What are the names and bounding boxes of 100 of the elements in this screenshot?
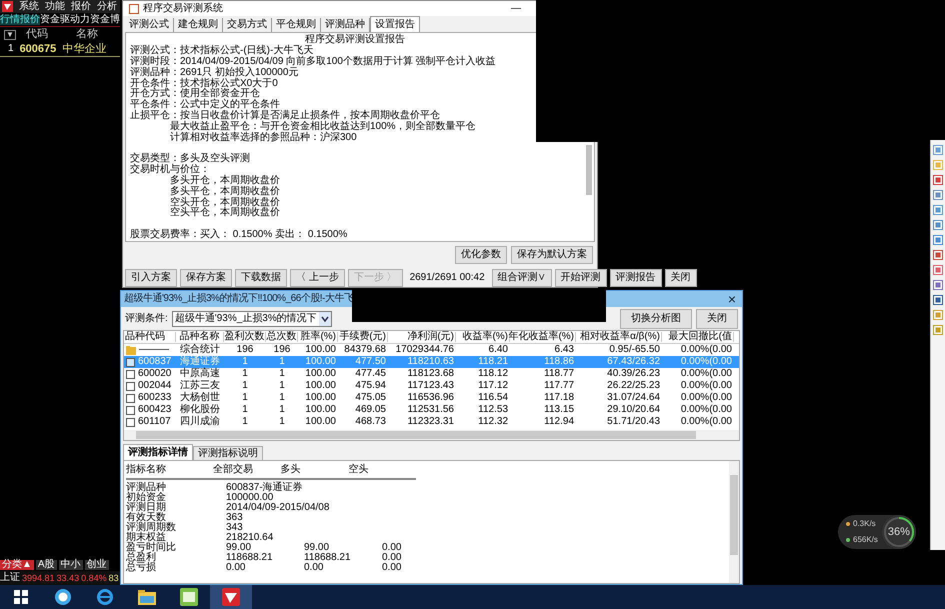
tab[interactable]: 资金博 [90, 14, 120, 24]
column-header[interactable]: 相对收益率α/β(%) [576, 332, 662, 342]
checkbox-icon[interactable] [126, 418, 135, 426]
tab[interactable]: A股 [36, 560, 57, 570]
column-header[interactable]: 总次数 [266, 332, 298, 342]
report-line: 开仓条件：技术指标公式X0大于0 [130, 78, 278, 89]
button[interactable]: 〈 上一步 [290, 269, 345, 287]
button[interactable]: 切换分析图 [620, 308, 692, 328]
table-cell: 1 [242, 369, 248, 379]
table-cell: 196 [274, 345, 290, 355]
condition-label: 评测条件: [125, 314, 168, 324]
checkbox-icon[interactable] [126, 370, 135, 378]
table-cell: 117.77 [544, 381, 574, 391]
table-cell: 475.05 [355, 393, 386, 403]
table-cell: 475.94 [355, 381, 386, 391]
column-header: 指标名称 [126, 464, 167, 474]
menu-item[interactable]: 系统 [19, 2, 39, 12]
column-header[interactable]: 手续费(元) [338, 332, 388, 342]
report-line: 开仓方式：使用全部资金开仓 [130, 89, 260, 100]
table-cell: 中原高速 [180, 369, 220, 379]
button[interactable]: 评测报告 [610, 269, 662, 287]
button[interactable]: 关闭 [696, 308, 738, 328]
button[interactable]: 优化参数 [455, 246, 507, 264]
tab[interactable]: 设置报告 [370, 16, 420, 32]
condition-dropdown[interactable]: 超级牛通'93%_止损3%的情况下 [172, 310, 332, 326]
menu-item[interactable]: 功能 [45, 2, 65, 12]
column-header[interactable]: 胜率(%) [298, 332, 338, 342]
table-cell: 002044 [138, 381, 172, 391]
scrollbar-thumb[interactable] [586, 145, 592, 196]
dropdown-toggle[interactable]: ▼ [4, 30, 16, 40]
tab[interactable]: 评测指标详情 [123, 444, 193, 460]
stock-code: 600675 [20, 44, 56, 54]
column-header[interactable]: 品种代码 [124, 332, 176, 342]
tab[interactable]: 行情报价 [0, 14, 40, 24]
table-cell: 0.00%(0.00 [680, 393, 732, 403]
table-cell: 84379.68 [344, 345, 386, 355]
table-cell: 100.00 [305, 381, 336, 391]
button[interactable]: 组合评测∨ [492, 269, 552, 287]
tab[interactable]: 创业 [84, 560, 109, 570]
table-cell-text: 343 [226, 523, 244, 533]
table-cell: 118123.68 [407, 369, 454, 379]
table-cell-text: 118688.21 [304, 553, 352, 563]
checkbox-icon[interactable] [126, 358, 135, 366]
close-button[interactable]: × [724, 292, 739, 306]
button[interactable]: 引入方案 [125, 269, 177, 287]
table-cell-text: 100000.00 [226, 493, 274, 503]
table-cell: 118.21 [478, 357, 508, 367]
table-row[interactable]: 002044 江苏三友 1 1 100.00 475.94 117123.43 117.12 117.77 26.22/25.23 0.00%(0.00 [124, 380, 739, 392]
table-row[interactable]: 601107 四川成渝 1 1 100.00 468.73 112323.31 112.32 112.94 51.71/20.43 0.00%(0.00 [124, 416, 739, 428]
column-header[interactable]: 年化收益率(%) [510, 332, 576, 342]
tab[interactable]: 资金驱动力 [40, 14, 90, 24]
taskbar-button[interactable] [210, 585, 252, 609]
tab[interactable]: 中小 [58, 560, 83, 570]
button[interactable]: 关闭 [664, 269, 697, 287]
folder-icon[interactable] [138, 590, 156, 604]
app-logo-icon[interactable] [222, 588, 240, 606]
column-header[interactable]: 收益率(%) [456, 332, 510, 342]
table-cell: 0.00%(0.00 [680, 357, 732, 367]
scrollbar-thumb[interactable] [136, 431, 696, 439]
button[interactable]: 开始评测 [554, 269, 607, 287]
progress-counter: 2691/2691 00:42 [408, 273, 486, 283]
upload-speed: 0.3K/s [853, 518, 876, 530]
column-header[interactable]: 盈利次数 [224, 332, 266, 342]
table-row[interactable]: ——— 综合统计 196 196 100.00 84379.68 17029344.76 6.40 6.43 0.95/-65.50 0.00%(0.00 [124, 344, 739, 356]
table-cell-text: 0.00 [304, 563, 324, 573]
table-cell: 6.43 [554, 345, 574, 355]
button[interactable]: 保存方案 [180, 269, 232, 287]
column-header[interactable]: 品种名称 [176, 332, 224, 342]
table-cell: 1 [279, 405, 285, 415]
table-row[interactable]: 600423 柳化股份 1 1 100.00 469.05 112531.56 112.53 113.15 29.10/20.64 0.00%(0.00 [124, 404, 739, 416]
index-value: 3994.81 [22, 574, 55, 582]
table-cell: 海通证券 [180, 357, 220, 367]
windows-start-icon[interactable] [14, 590, 28, 604]
tab[interactable]: 评测指标说明 [193, 446, 263, 460]
tab[interactable]: 分类▲ [0, 560, 34, 570]
scrollbar-thumb[interactable] [730, 475, 738, 555]
stock-row[interactable]: 1 600675 中华企业 [0, 42, 120, 57]
button[interactable]: 下载数据 [235, 269, 287, 287]
table-cell-text: 0.00 [382, 543, 402, 553]
table-cell-text: 总亏损 [126, 563, 157, 573]
table-cell: 117123.43 [407, 381, 454, 391]
checkbox-icon[interactable] [126, 394, 135, 402]
button[interactable]: 保存为默认方案 [511, 246, 593, 264]
table-row[interactable]: 600233 大杨创世 1 1 100.00 475.05 116536.96 116.54 117.18 31.07/24.64 0.00%(0.00 [124, 392, 739, 404]
circle-icon[interactable] [54, 588, 72, 606]
menu-item[interactable]: 分析 [97, 2, 117, 12]
minimize-button[interactable]: — [511, 4, 521, 14]
download-dot-icon [846, 538, 850, 542]
table-cell: 100.00 [305, 369, 336, 379]
table-cell: 468.73 [355, 417, 386, 427]
checkbox-icon[interactable] [126, 382, 135, 390]
table-row[interactable]: 600020 中原高速 1 1 100.00 477.45 118123.68 118.12 118.77 40.39/26.23 0.00%(0.00 [124, 368, 739, 380]
menu-item[interactable]: 报价 [71, 2, 91, 12]
column-header[interactable]: 最大回撤比(值 [662, 332, 734, 342]
checkbox-icon[interactable] [126, 406, 135, 414]
column-header[interactable]: 净利润(元) [388, 332, 456, 342]
browser-icon[interactable] [96, 588, 114, 606]
table-cell: 113.15 [544, 405, 574, 415]
table-cell: 31.07/24.64 [607, 393, 660, 403]
table-cell: 江苏三友 [180, 381, 220, 391]
